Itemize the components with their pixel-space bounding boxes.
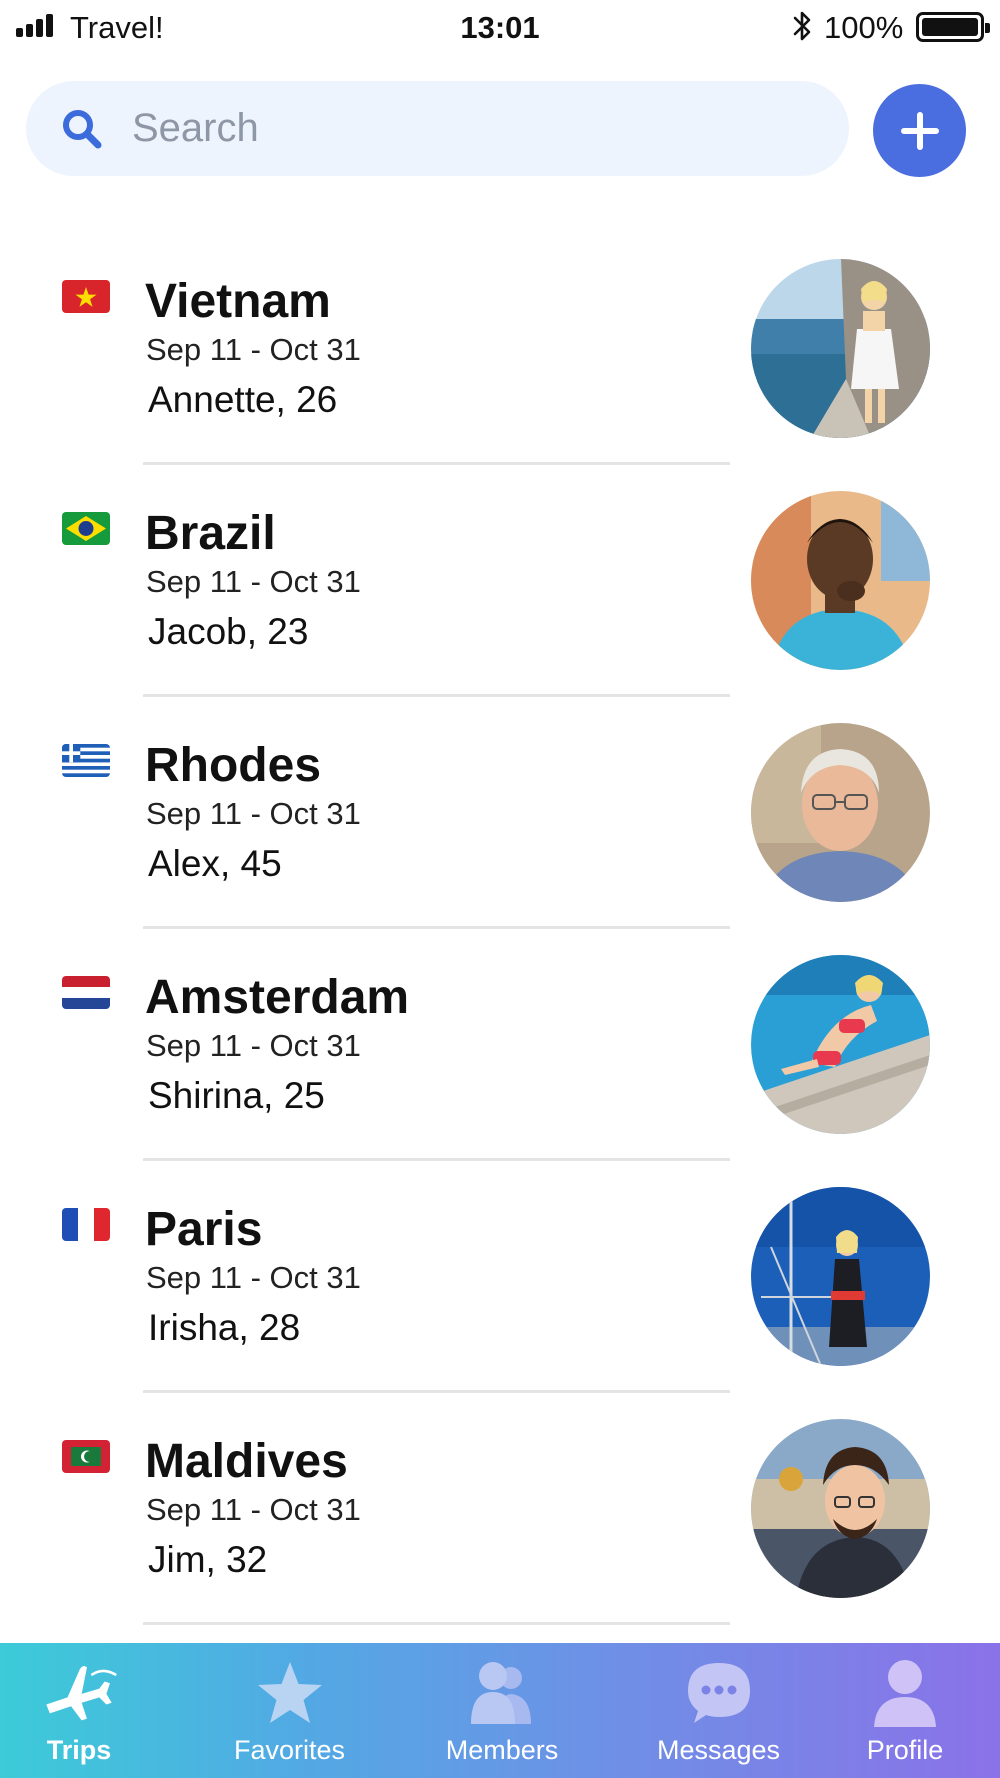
trip-destination: Vietnam: [145, 275, 331, 328]
row-divider: [143, 1390, 730, 1393]
traveler-name-age: Irisha, 28: [148, 1307, 301, 1348]
row-divider: [143, 694, 730, 697]
star-icon: [252, 1655, 328, 1731]
search-input[interactable]: [132, 97, 822, 159]
chat-bubble-icon: [681, 1655, 757, 1731]
members-icon: [464, 1655, 540, 1731]
tab-label: Favorites: [233, 1735, 346, 1765]
traveler-name-age: Jacob, 23: [148, 611, 309, 652]
traveler-name-age: Annette, 26: [148, 379, 338, 420]
tab-profile[interactable]: Profile: [850, 1643, 960, 1778]
trip-row[interactable]: Maldives Sep 11 - Oct 31 Jim, 32: [0, 1400, 1000, 1632]
battery-percentage: 100%: [824, 10, 904, 45]
airplane-icon: [41, 1655, 117, 1731]
brazil-flag-icon: [62, 512, 110, 545]
trip-row[interactable]: Vietnam Sep 11 - Oct 31 Annette, 26: [0, 240, 1000, 472]
add-trip-button[interactable]: [873, 84, 966, 177]
trip-destination: Brazil: [145, 507, 276, 560]
person-icon: [867, 1655, 943, 1731]
tab-label: Profile: [866, 1735, 944, 1765]
trip-row[interactable]: Paris Sep 11 - Oct 31 Irisha, 28: [0, 1168, 1000, 1400]
traveler-name-age: Alex, 45: [148, 843, 282, 884]
row-divider: [143, 926, 730, 929]
trip-dates: Sep 11 - Oct 31: [146, 332, 361, 367]
tab-trips[interactable]: Trips: [24, 1643, 134, 1778]
traveler-avatar[interactable]: [751, 723, 930, 902]
row-divider: [143, 1158, 730, 1161]
trip-row[interactable]: Brazil Sep 11 - Oct 31 Jacob, 23: [0, 472, 1000, 704]
plus-icon: [900, 111, 939, 150]
trip-dates: Sep 11 - Oct 31: [146, 564, 361, 599]
maldives-flag-icon: [62, 1440, 110, 1473]
traveler-avatar[interactable]: [751, 1187, 930, 1366]
tab-label: Members: [445, 1735, 559, 1765]
trip-destination: Rhodes: [145, 739, 322, 792]
tab-members[interactable]: Members: [432, 1643, 572, 1778]
trip-row[interactable]: Rhodes Sep 11 - Oct 31 Alex, 45: [0, 704, 1000, 936]
tab-messages[interactable]: Messages: [646, 1643, 791, 1778]
battery-icon: [916, 12, 990, 42]
tab-label: Messages: [656, 1735, 781, 1765]
traveler-avatar[interactable]: [751, 259, 930, 438]
traveler-avatar[interactable]: [751, 955, 930, 1134]
tab-favorites[interactable]: Favorites: [222, 1643, 357, 1778]
traveler-avatar[interactable]: [751, 1419, 930, 1598]
france-flag-icon: [62, 1208, 110, 1241]
greece-flag-icon: [62, 744, 110, 777]
traveler-name-age: Shirina, 25: [148, 1075, 325, 1116]
trip-row[interactable]: Amsterdam Sep 11 - Oct 31 Shirina, 25: [0, 936, 1000, 1168]
trip-dates: Sep 11 - Oct 31: [146, 1260, 361, 1295]
vietnam-flag-icon: [62, 280, 110, 313]
trip-dates: Sep 11 - Oct 31: [146, 1492, 361, 1527]
tab-bar: Trips Favorites Members Messages Profile: [0, 1643, 1000, 1778]
row-divider: [143, 1622, 730, 1625]
trip-destination: Maldives: [145, 1435, 348, 1488]
bluetooth-icon: [793, 11, 811, 41]
tab-label: Trips: [46, 1735, 112, 1765]
trip-list: Vietnam Sep 11 - Oct 31 Annette, 26 Braz…: [0, 240, 1000, 1632]
trip-destination: Amsterdam: [145, 971, 410, 1024]
trip-dates: Sep 11 - Oct 31: [146, 796, 361, 831]
netherlands-flag-icon: [62, 976, 110, 1009]
search-bar[interactable]: [26, 81, 849, 176]
status-bar: Travel! 13:01 100%: [0, 0, 1000, 56]
traveler-avatar[interactable]: [751, 491, 930, 670]
traveler-name-age: Jim, 32: [148, 1539, 268, 1580]
search-icon: [63, 110, 102, 149]
trip-dates: Sep 11 - Oct 31: [146, 1028, 361, 1063]
trip-destination: Paris: [145, 1203, 263, 1256]
row-divider: [143, 462, 730, 465]
